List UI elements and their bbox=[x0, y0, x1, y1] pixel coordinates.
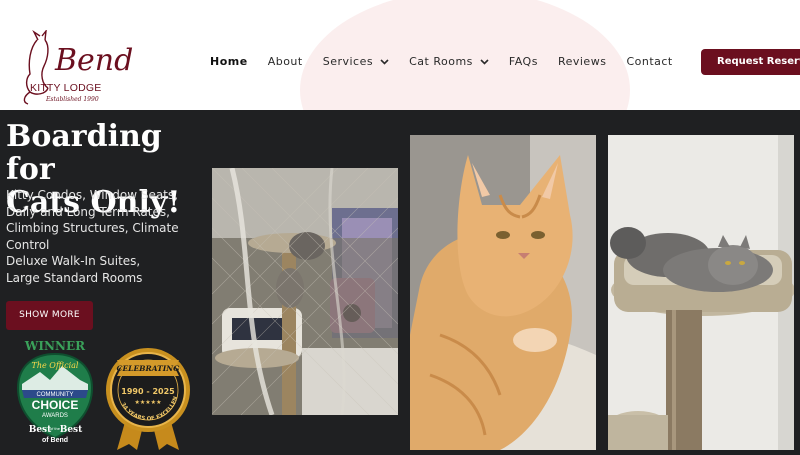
nav-cat-rooms[interactable]: Cat Rooms bbox=[409, 55, 489, 68]
nav-contact[interactable]: Contact bbox=[626, 55, 672, 68]
nav-services[interactable]: Services bbox=[323, 55, 389, 68]
nav-faqs[interactable]: FAQs bbox=[509, 55, 538, 68]
nav-faqs-label: FAQs bbox=[508, 55, 538, 68]
request-reservation-button[interactable]: Request Reservation bbox=[701, 49, 800, 75]
cat-photo-orange-tabby bbox=[410, 135, 596, 450]
chevron-down-icon bbox=[380, 58, 389, 65]
nav-contact-label: Contact bbox=[626, 55, 673, 68]
nav-about-label: About bbox=[267, 55, 303, 68]
badge-winner-line4: AWARDS bbox=[42, 413, 68, 419]
nav-home[interactable]: Home bbox=[210, 55, 248, 68]
celebrating-years-badge: CELEBRATING 1990 - 2025 ★★★★★ 34 YEARS O… bbox=[101, 338, 193, 450]
hero-desc-line: Kitty Condos, Window Seats, bbox=[6, 188, 178, 202]
nav-reviews[interactable]: Reviews bbox=[558, 55, 606, 68]
show-more-button[interactable]: SHOW MORE bbox=[6, 301, 93, 330]
nav-reviews-label: Reviews bbox=[557, 55, 607, 68]
hero-desc-line: Large Standard Rooms bbox=[6, 270, 143, 285]
cat-logo-icon: Bend KITTY LODGE Established 1990 bbox=[23, 28, 133, 105]
site-header: Bend KITTY LODGE Established 1990 Home A… bbox=[0, 0, 800, 110]
hero-desc-line: Climbing Structures, Climate bbox=[6, 221, 179, 235]
badge-winner-line8: of Bend bbox=[42, 437, 68, 444]
badge-celebrate-ribbon: CELEBRATING bbox=[116, 364, 180, 373]
hero-section: Boarding for Cats Only! Kitty Condos, Wi… bbox=[0, 110, 800, 450]
hero-desc-line: Deluxe Walk-In Suites, bbox=[6, 254, 141, 268]
nav-home-label: Home bbox=[210, 55, 248, 68]
hero-desc-line: Daily and Long Term Rates, bbox=[6, 204, 170, 219]
site-logo[interactable]: Bend KITTY LODGE Established 1990 bbox=[20, 28, 145, 105]
cat-photo-condo bbox=[212, 168, 398, 415]
chevron-down-icon bbox=[480, 58, 489, 65]
logo-name-text: KITTY LODGE bbox=[30, 82, 101, 94]
badge-winner-line1: The Official bbox=[32, 361, 79, 370]
logo-script-text: Bend bbox=[54, 43, 133, 78]
badge-winner-line5: Best bbox=[29, 425, 52, 435]
main-nav: Home About Services Cat Rooms FAQs Revie… bbox=[210, 55, 693, 68]
badge-celebrate-stars: ★★★★★ bbox=[135, 399, 162, 406]
nav-about[interactable]: About bbox=[268, 55, 303, 68]
badge-winner-line7: Best bbox=[60, 425, 83, 435]
cat-photo-grey-cats bbox=[608, 135, 794, 450]
nav-services-label: Services bbox=[322, 55, 374, 68]
badge-winner-top: WINNER bbox=[24, 339, 86, 353]
community-choice-badge: WINNER The Official COMMUNITY CHOICE AWA… bbox=[10, 338, 100, 450]
badge-celebrate-years: 1990 - 2025 bbox=[121, 387, 175, 396]
hero-description: Kitty Condos, Window Seats, Daily and Lo… bbox=[6, 187, 206, 286]
badge-winner-line3: CHOICE bbox=[32, 398, 79, 412]
hero-desc-line: Control bbox=[6, 237, 50, 252]
hero-title-line-1: Boarding for bbox=[6, 119, 162, 187]
nav-cat-rooms-label: Cat Rooms bbox=[409, 55, 473, 68]
logo-established-text: Established 1990 bbox=[45, 96, 99, 103]
